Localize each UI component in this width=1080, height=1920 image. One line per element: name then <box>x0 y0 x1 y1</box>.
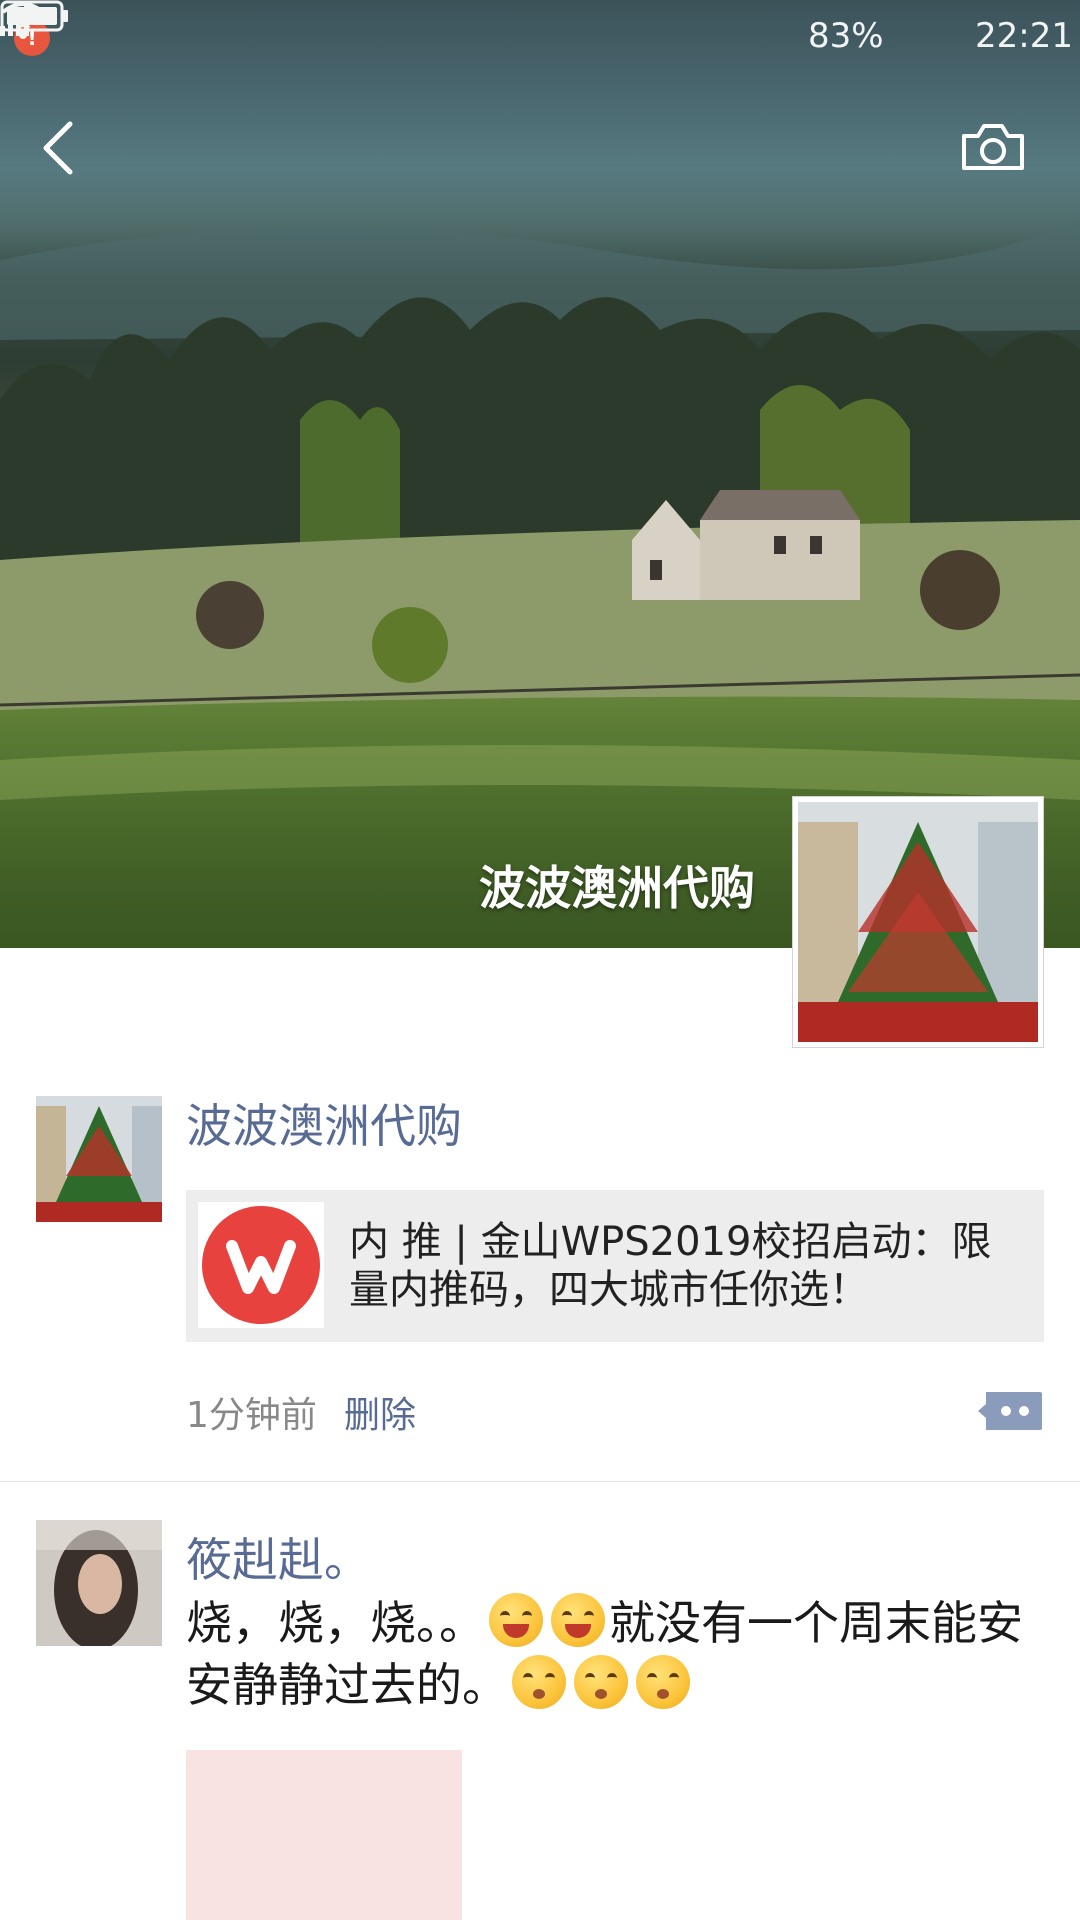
comment-button[interactable] <box>976 1388 1044 1434</box>
post-author-name[interactable]: 波波澳洲代购 <box>186 1090 462 1156</box>
post-author-name[interactable]: 筱赳赳。 <box>186 1524 370 1590</box>
profile-name: 波波澳洲代购 <box>479 861 755 915</box>
dizzy-emoji-icon <box>636 1655 690 1709</box>
girl-photo-avatar <box>36 1520 162 1646</box>
post-author-avatar[interactable] <box>36 1096 162 1222</box>
post-text-part1: 烧，烧，烧。。 <box>186 1596 485 1650</box>
camera-button[interactable] <box>958 112 1028 182</box>
battery-percentage: 83% <box>808 16 884 56</box>
christmas-tree-avatar <box>36 1096 162 1222</box>
post-author-avatar[interactable] <box>36 1520 162 1646</box>
link-title: 内 推 | 金山WPS2019校招启动：限量内推码，四大城市任你选！ <box>349 1219 992 1313</box>
post-time: 1分钟前 <box>186 1395 317 1436</box>
back-button[interactable] <box>30 112 90 182</box>
shared-link-card[interactable]: 内 推 | 金山WPS2019校招启动：限量内推码，四大城市任你选！ <box>186 1190 1044 1342</box>
post-image[interactable] <box>186 1750 462 1920</box>
post-text: 烧，烧，烧。。 就没有一个周末能安安静静过去的。 <box>186 1592 1046 1716</box>
christmas-tree-illustration <box>798 802 1038 1042</box>
status-bar: ! 83% 22:21 <box>0 0 1080 78</box>
wps-logo-icon <box>202 1206 320 1324</box>
moment-post: 波波澳洲代购 内 推 | 金山WPS2019校招启动：限量内推码，四大城市任你选… <box>0 1090 1080 1482</box>
profile-avatar[interactable] <box>792 796 1044 1048</box>
battery-icon <box>0 0 68 32</box>
dizzy-emoji-icon <box>574 1655 628 1709</box>
comment-dots-icon <box>978 1392 1042 1430</box>
avatar-image <box>798 802 1038 1042</box>
clock: 22:21 <box>975 16 1073 56</box>
delete-button[interactable]: 删除 <box>344 1386 416 1438</box>
moment-post: 筱赳赳。 烧，烧，烧。。 就没有一个周末能安安静静过去的。 <box>0 1482 1080 1920</box>
grin-tears-emoji-icon <box>551 1593 605 1647</box>
chevron-left-icon <box>43 121 73 175</box>
dizzy-emoji-icon <box>512 1655 566 1709</box>
grin-tears-emoji-icon <box>489 1593 543 1647</box>
camera-icon <box>962 124 1024 170</box>
link-thumbnail <box>198 1202 324 1328</box>
